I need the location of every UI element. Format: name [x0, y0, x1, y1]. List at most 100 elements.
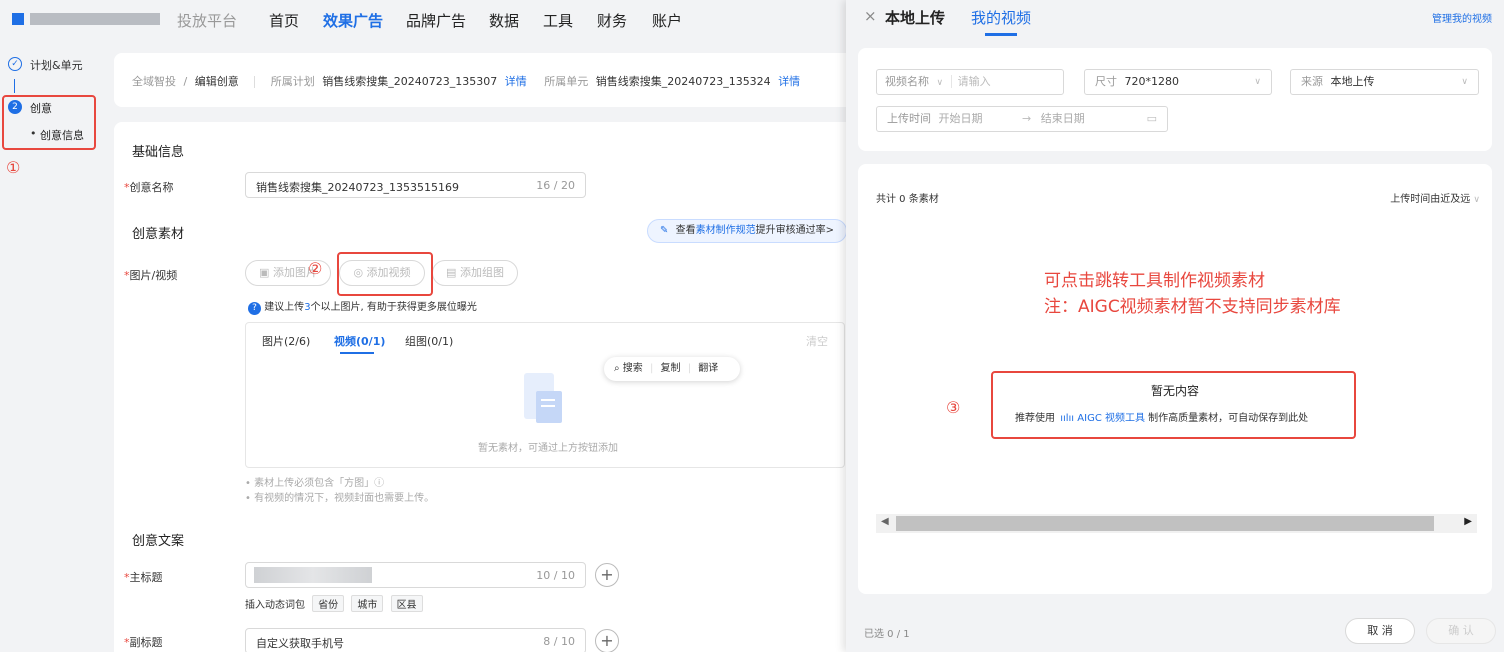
add-group-button[interactable]: ▤ 添加组图 — [432, 260, 518, 286]
main-title-count: 10 / 10 — [536, 569, 575, 582]
tab-my-videos[interactable]: 我的视频 — [971, 7, 1031, 28]
unit-label: 所属单元 — [544, 75, 589, 88]
selected-count: 已选 0 / 1 — [864, 629, 910, 640]
source-select[interactable]: 来源 本地上传 ∨ — [1290, 69, 1479, 95]
scroll-left-icon[interactable]: ◀ — [881, 516, 889, 527]
main-title-label: *主标题 — [124, 571, 163, 584]
nav-account[interactable]: 账户 — [652, 10, 682, 31]
nav-tools[interactable]: 工具 — [543, 10, 573, 31]
breadcrumb-current: 编辑创意 — [194, 75, 239, 88]
logo — [12, 13, 24, 25]
info-icon: ? — [248, 302, 261, 315]
aigc-tool-link[interactable]: AIGC 视频工具 — [1077, 413, 1145, 424]
search-icon: ⌕ — [614, 363, 620, 374]
material-notes: • 素材上传必须包含「方图」ⓘ • 有视频的情况下，视频封面也需要上传。 — [245, 478, 435, 504]
annotation-box-2 — [337, 252, 433, 296]
chevron-down-icon: ∨ — [936, 78, 944, 88]
breadcrumb-root[interactable]: 全域智投 — [132, 75, 176, 88]
unit-value: 销售线索搜集_20240723_135324 — [595, 75, 771, 88]
nav-performance-ads[interactable]: 效果广告 — [323, 10, 383, 31]
upload-time-range[interactable]: 上传时间 开始日期 → 结束日期 ▭ — [876, 106, 1168, 132]
group-icon: ▤ — [446, 266, 457, 279]
popup-copy[interactable]: 复制 — [661, 363, 681, 374]
tab-underline — [340, 352, 374, 354]
annotation-number-1: ① — [6, 158, 21, 177]
creative-name-count: 16 / 20 — [536, 179, 575, 192]
media-label: *图片/视频 — [124, 269, 178, 282]
creative-name-label: *创意名称 — [124, 181, 174, 194]
check-circle-icon: ✓ — [8, 57, 22, 71]
drawer-tab-underline — [985, 33, 1017, 36]
empty-description: 推荐使用 ıılıı AIGC 视频工具 制作高质量素材，可自动保存到此处 — [1015, 413, 1309, 424]
main-title-input[interactable]: 10 / 10 — [245, 562, 586, 588]
guide-icon: ✎ — [660, 225, 669, 236]
annotation-number-3: ③ — [946, 398, 961, 417]
image-icon: ▣ — [259, 266, 270, 279]
material-panel: 图片(2/6) 视频(0/1) 组图(0/1) 清空 暂无素材，可通过上方按钮添… — [245, 322, 845, 468]
video-list-card: 共计 0 条素材 上传时间由近及远 ∨ 可点击跳转工具制作视频素材 注：AIGC… — [858, 164, 1492, 594]
scrollbar-thumb[interactable] — [896, 516, 1434, 531]
top-navigation: 投放平台 首页 效果广告 品牌广告 数据 工具 财务 账户 — [0, 0, 846, 38]
text-selection-popup: ⌕ 搜索 | 复制 | 翻译 — [604, 357, 740, 381]
chevron-down-icon: ∨ — [1254, 77, 1261, 87]
sub-title-value: 自定义获取手机号 — [256, 637, 344, 650]
plan-value: 销售线索搜集_20240723_135307 — [322, 75, 498, 88]
material-guide-button[interactable]: ✎ 查看素材制作规范提升审核通过率> — [647, 219, 847, 243]
add-main-title-button[interactable]: + — [595, 563, 619, 587]
annotation-box-1 — [2, 95, 96, 150]
nav-data[interactable]: 数据 — [489, 10, 519, 31]
creative-name-value: 销售线索搜集_20240723_1353515169 — [256, 181, 459, 194]
breadcrumb: 全域智投 / 编辑创意 所属计划 销售线索搜集_20240723_135307 … — [132, 73, 800, 89]
chevron-down-icon: ∨ — [1473, 195, 1480, 205]
step-plan-unit[interactable]: 计划&单元 — [30, 57, 83, 73]
video-drawer: × 本地上传 我的视频 管理我的视频 视频名称 ∨ 请输入 尺寸 720*128… — [846, 0, 1504, 652]
nav-brand-ads[interactable]: 品牌广告 — [406, 10, 466, 31]
aigc-wave-icon: ıılıı — [1060, 413, 1075, 424]
tab-videos[interactable]: 视频(0/1) — [334, 333, 385, 349]
dynamic-words: 插入动态词包 省份 城市 区县 — [245, 595, 427, 612]
creative-name-input[interactable]: 销售线索搜集_20240723_1353515169 16 / 20 — [245, 172, 586, 198]
tag-city[interactable]: 城市 — [351, 595, 384, 612]
nav-home[interactable]: 首页 — [269, 10, 299, 31]
clear-button[interactable]: 清空 — [806, 333, 828, 349]
popup-search[interactable]: 搜索 — [623, 363, 643, 374]
total-count: 共计 0 条素材 — [876, 194, 939, 205]
plan-label: 所属计划 — [270, 75, 315, 88]
chevron-down-icon: ∨ — [1461, 77, 1468, 87]
close-icon[interactable]: × — [864, 7, 877, 25]
empty-material-text: 暂无素材，可通过上方按钮添加 — [478, 443, 618, 454]
tab-images[interactable]: 图片(2/6) — [262, 333, 310, 349]
unit-detail-link[interactable]: 详情 — [778, 75, 800, 88]
empty-illustration — [516, 373, 568, 427]
cancel-button[interactable]: 取 消 — [1345, 618, 1415, 644]
manage-videos-link[interactable]: 管理我的视频 — [1432, 10, 1492, 25]
blurred-title-text — [254, 567, 372, 583]
scroll-right-icon[interactable]: ▶ — [1464, 516, 1472, 527]
platform-name: 投放平台 — [177, 12, 238, 30]
annotation-number-2: ② — [308, 259, 323, 278]
filter-card: 视频名称 ∨ 请输入 尺寸 720*1280 ∨ 来源 本地上传 ∨ 上传时间 … — [858, 48, 1492, 151]
creative-form-card: 基础信息 *创意名称 销售线索搜集_20240723_1353515169 16… — [114, 122, 854, 652]
video-name-filter[interactable]: 视频名称 ∨ 请输入 — [876, 69, 1064, 95]
plan-detail-link[interactable]: 详情 — [505, 75, 527, 88]
sub-title-input[interactable]: 自定义获取手机号 8 / 10 — [245, 628, 586, 652]
divider — [254, 76, 256, 88]
confirm-button[interactable]: 确 认 — [1426, 618, 1496, 644]
horizontal-scrollbar[interactable]: ◀ ▶ — [876, 514, 1477, 533]
tag-province[interactable]: 省份 — [312, 595, 345, 612]
sort-select[interactable]: 上传时间由近及远 ∨ — [1390, 190, 1480, 205]
nav-finance[interactable]: 财务 — [597, 10, 627, 31]
copy-title: 创意文案 — [132, 534, 185, 549]
size-select[interactable]: 尺寸 720*1280 ∨ — [1084, 69, 1272, 95]
step-sidebar: ✓ 计划&单元 2 创意 • 创意信息 ① — [0, 38, 104, 652]
tab-local-upload[interactable]: 本地上传 — [885, 7, 945, 28]
sub-title-count: 8 / 10 — [543, 635, 575, 648]
annotation-text: 可点击跳转工具制作视频素材 注：AIGC视频素材暂不支持同步素材库 — [1044, 271, 1341, 317]
add-sub-title-button[interactable]: + — [595, 629, 619, 652]
breadcrumb-card: 全域智投 / 编辑创意 所属计划 销售线索搜集_20240723_135307 … — [114, 53, 854, 107]
calendar-icon: ▭ — [1146, 112, 1157, 125]
tag-district[interactable]: 区县 — [390, 595, 423, 612]
popup-translate[interactable]: 翻译 — [698, 363, 718, 374]
basic-info-title: 基础信息 — [132, 145, 185, 160]
tab-groups[interactable]: 组图(0/1) — [405, 333, 453, 349]
